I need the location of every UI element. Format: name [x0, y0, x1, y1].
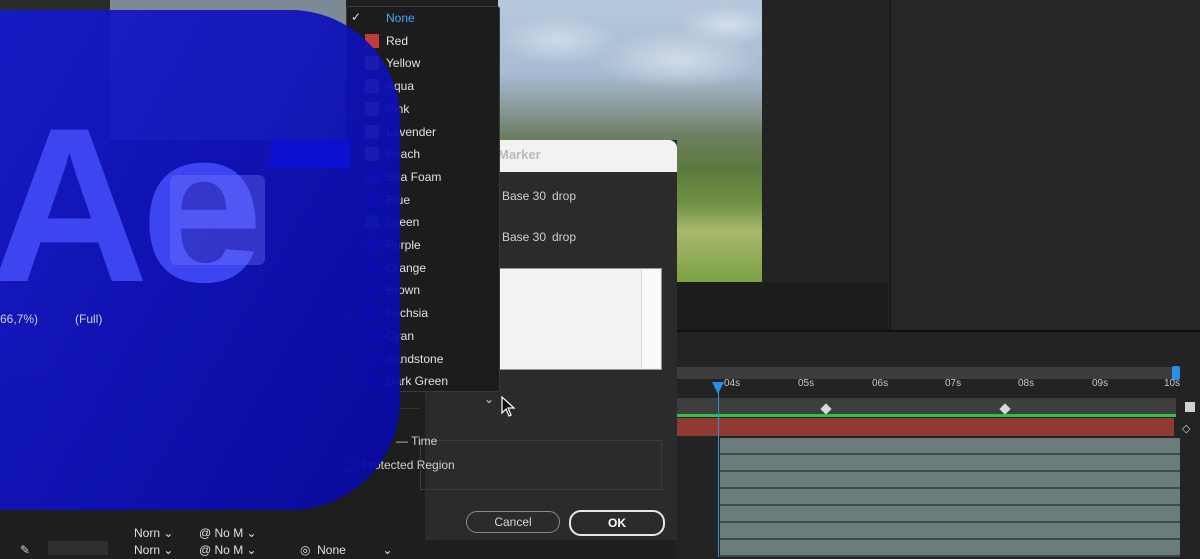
time-tick-label: 09s — [1092, 378, 1109, 389]
menu-item-none[interactable]: ✓ None — [346, 7, 498, 29]
time-tick-label: 06s — [872, 378, 889, 389]
track-matte-dropdown[interactable]: @ No M ⌄ — [199, 543, 257, 557]
marker-track — [676, 398, 1176, 414]
pen-icon[interactable]: ✎ — [20, 543, 30, 557]
menu-item-label: Yellow — [386, 56, 421, 71]
layer-bar[interactable] — [720, 472, 1180, 489]
menu-item-label: Red — [386, 33, 409, 48]
layer-bar[interactable] — [720, 506, 1180, 523]
layer-bar[interactable] — [720, 489, 1180, 506]
right-panel-inner — [890, 0, 1200, 330]
time-tick-label: 08s — [1018, 378, 1035, 389]
comment-textarea[interactable] — [498, 268, 662, 370]
blend-mode-dropdown[interactable]: Norn ⌄ — [134, 526, 173, 540]
menu-item-label: None — [386, 11, 415, 25]
checkmark-icon: ✓ — [351, 10, 362, 24]
dialog-title: Marker — [498, 147, 541, 162]
start-drop-frame: drop — [552, 189, 577, 203]
comp-marker-bin-icon[interactable] — [1185, 402, 1195, 412]
track-matte-dropdown[interactable]: @ No M ⌄ — [199, 526, 257, 540]
viewer-image-clouds — [498, 0, 762, 120]
time-tick-label: 07s — [945, 378, 962, 389]
chevron-down-icon[interactable]: ⌄ — [484, 392, 494, 406]
duration-timebase: Base 30 — [502, 230, 547, 244]
layer-bar[interactable] — [720, 455, 1180, 472]
time-tick-label: 10s — [1164, 378, 1181, 389]
layer-switches[interactable] — [48, 541, 108, 555]
responsive-design-group — [420, 440, 662, 490]
resolution-dropdown[interactable]: (Full) — [75, 312, 102, 326]
playhead-handle[interactable] — [712, 382, 724, 394]
logo-reflection — [170, 175, 265, 265]
cancel-button[interactable]: Cancel — [466, 511, 560, 533]
layer-bar[interactable] — [720, 438, 1180, 455]
render-bar — [676, 414, 1176, 417]
viewer-toolbar-icons[interactable] — [278, 300, 338, 312]
start-timebase: Base 30 — [502, 189, 547, 203]
viewer-footer — [676, 282, 888, 330]
layer-bar[interactable] — [720, 540, 1180, 557]
layer-bar-red[interactable] — [676, 418, 1174, 436]
time-tick-label: 05s — [798, 378, 815, 389]
logo-block — [270, 140, 350, 168]
time-tick-label: 04s — [724, 378, 741, 389]
duration-drop-frame: drop — [552, 230, 577, 244]
comment-scrollbar[interactable] — [641, 269, 660, 368]
layer-marker-icon[interactable]: ◇ — [1182, 422, 1194, 435]
zoom-level[interactable]: 66,7%) — [0, 312, 38, 326]
playhead-line[interactable] — [718, 384, 719, 557]
layer-bar[interactable] — [720, 523, 1180, 540]
parent-dropdown[interactable]: ◎ None ⌄ — [300, 543, 393, 557]
responsive-design-time-label: — Time — [396, 434, 438, 448]
mouse-cursor-icon — [501, 396, 516, 417]
blend-mode-dropdown[interactable]: Norn ⌄ — [134, 543, 173, 557]
ok-button[interactable]: OK — [569, 510, 665, 536]
